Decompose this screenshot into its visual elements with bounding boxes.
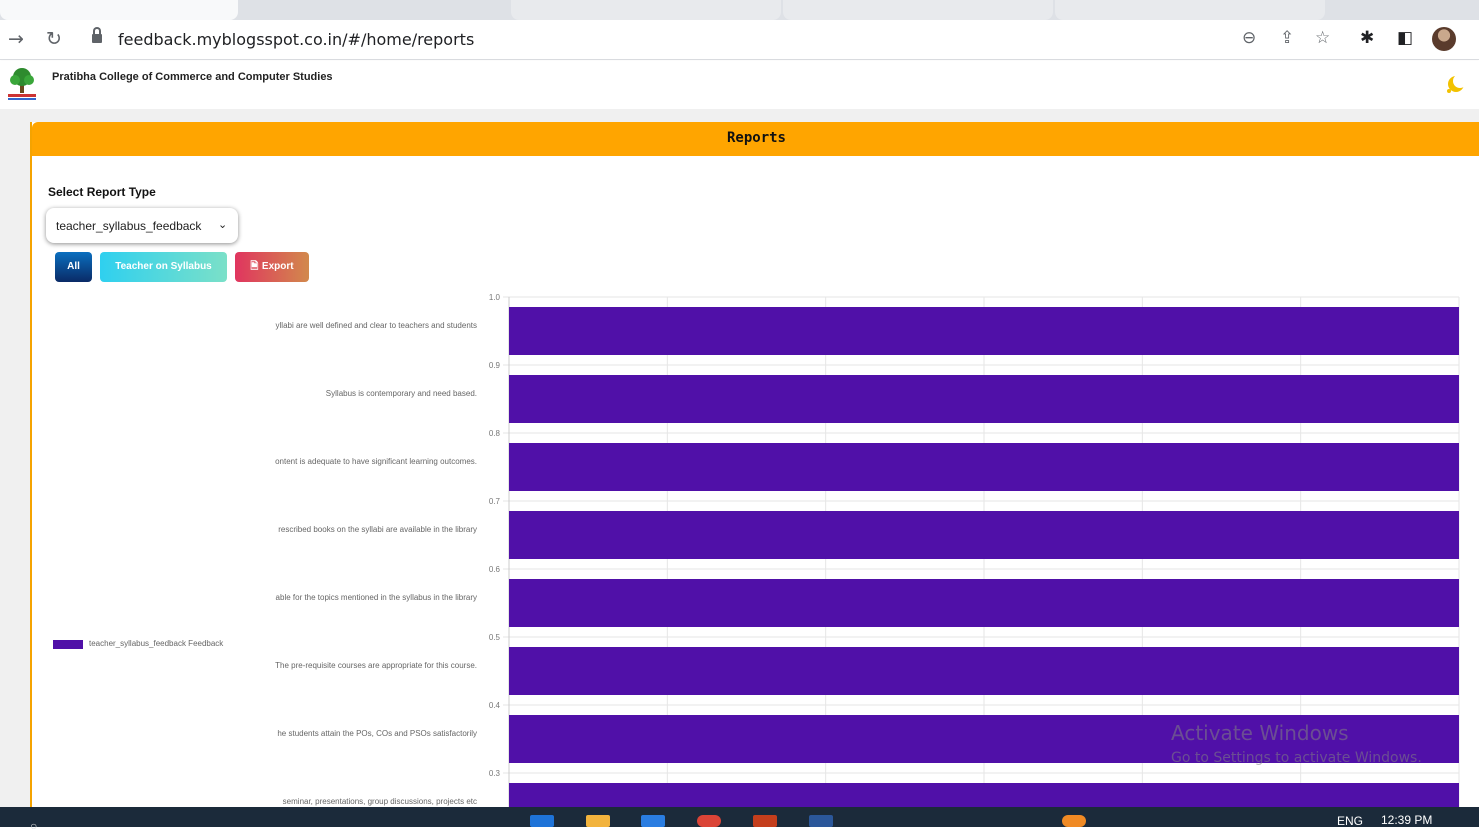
language-indicator[interactable]: ENG <box>1337 814 1363 828</box>
extensions-icon[interactable]: ✱ <box>1360 28 1374 48</box>
app-icon[interactable] <box>1062 815 1086 827</box>
select-report-label: Select Report Type <box>48 185 156 199</box>
powerpoint-app-icon[interactable] <box>753 815 777 827</box>
report-type-value: teacher_syllabus_feedback <box>56 219 202 233</box>
share-icon[interactable]: ⇪ <box>1280 28 1294 48</box>
site-header: Pratibha College of Commerce and Compute… <box>0 61 1479 109</box>
activate-windows-subtitle: Go to Settings to activate Windows. <box>1171 750 1422 766</box>
chevron-down-icon: ⌄ <box>218 218 228 231</box>
browser-tab[interactable] <box>511 0 781 20</box>
college-name: Pratibha College of Commerce and Compute… <box>52 71 333 83</box>
edge-app-icon[interactable] <box>530 815 554 827</box>
store-app-icon[interactable] <box>641 815 665 827</box>
file-explorer-icon[interactable] <box>586 815 610 827</box>
browser-tab-active[interactable] <box>0 0 238 20</box>
legend-swatch <box>53 640 83 649</box>
windows-taskbar: ○ ENG 12:39 PM <box>0 807 1479 833</box>
browser-toolbar: → ↻ feedback.myblogsspot.co.in/#/home/re… <box>0 20 1479 60</box>
lock-icon <box>92 27 102 44</box>
reports-header: Reports <box>32 122 1479 156</box>
search-icon[interactable]: ○ <box>30 819 37 833</box>
url-text: feedback.myblogsspot.co.in/#/home/report… <box>118 30 475 49</box>
browser-tabstrip <box>0 0 1479 20</box>
clock[interactable]: 12:39 PM <box>1381 813 1432 827</box>
teacher-on-syllabus-button[interactable]: Teacher on Syllabus <box>100 252 227 282</box>
reload-icon[interactable]: ↻ <box>46 28 62 50</box>
sidepanel-icon[interactable]: ◧ <box>1397 28 1413 48</box>
college-logo <box>8 68 36 100</box>
address-bar[interactable]: feedback.myblogsspot.co.in/#/home/report… <box>84 24 1234 56</box>
arrow-right-icon[interactable]: → <box>8 28 24 50</box>
export-label: Export <box>261 261 294 272</box>
export-button[interactable]: 🗎 Export <box>235 252 309 282</box>
reports-title: Reports <box>726 130 786 146</box>
browser-tab[interactable] <box>1055 0 1325 20</box>
file-icon: 🗎 <box>250 261 262 272</box>
all-button[interactable]: All <box>55 252 92 282</box>
report-type-select[interactable]: teacher_syllabus_feedback ⌄ <box>46 208 238 243</box>
chrome-app-icon[interactable] <box>697 815 721 827</box>
browser-tab[interactable] <box>783 0 1053 20</box>
star-icon[interactable]: ☆ <box>1315 28 1330 48</box>
theme-toggle-icon[interactable] <box>1444 73 1466 95</box>
legend-label: teacher_syllabus_feedback Feedback <box>89 639 224 648</box>
word-app-icon[interactable] <box>809 815 833 827</box>
zoom-icon[interactable]: ⊖ <box>1242 28 1256 48</box>
profile-avatar[interactable] <box>1432 27 1456 51</box>
activate-windows-title: Activate Windows <box>1171 721 1349 745</box>
